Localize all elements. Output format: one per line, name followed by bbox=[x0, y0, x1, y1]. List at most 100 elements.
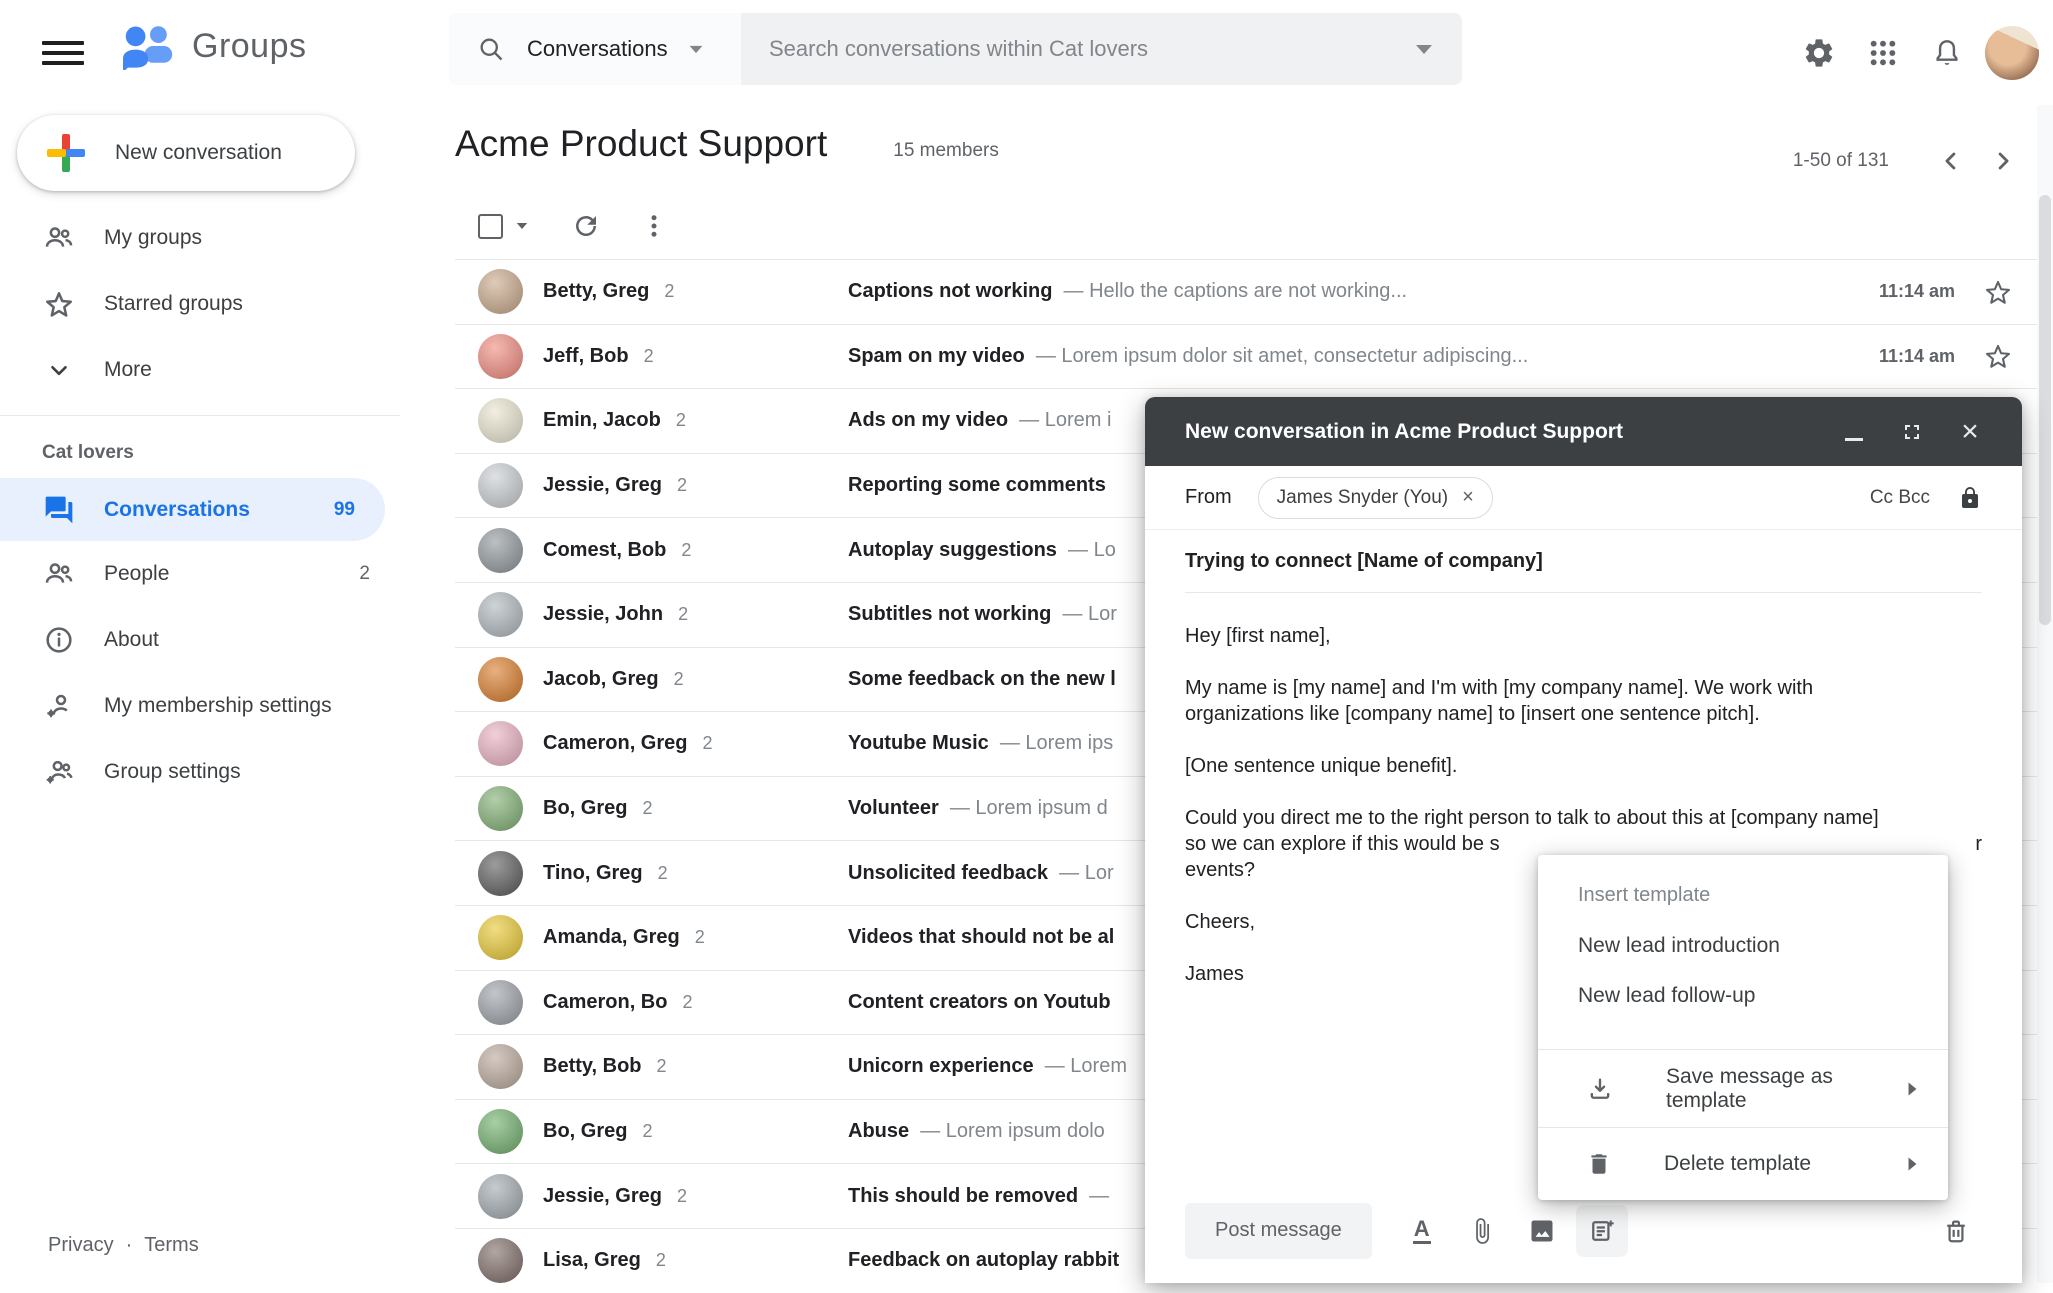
participant-names: Cameron, Greg bbox=[543, 732, 688, 755]
select-all-checkbox[interactable] bbox=[478, 213, 529, 239]
minimize-icon bbox=[1845, 438, 1863, 441]
search-bar: Conversations bbox=[449, 13, 1462, 85]
sidebar-item-group-settings[interactable]: Group settings bbox=[0, 739, 400, 805]
next-page-button[interactable] bbox=[1977, 135, 2029, 187]
row-participants: Emin, Jacob 2 bbox=[543, 409, 848, 432]
search-options-caret-icon[interactable] bbox=[1416, 44, 1432, 54]
discard-draft-button[interactable] bbox=[1930, 1205, 1982, 1257]
conversation-row[interactable]: Jeff, Bob 2 Spam on my video — Lorem ipsum… bbox=[455, 323, 2037, 389]
search-scope-dropdown[interactable]: Conversations bbox=[449, 13, 741, 85]
account-avatar[interactable] bbox=[1985, 25, 2039, 80]
text-format-button[interactable]: A bbox=[1396, 1205, 1448, 1257]
compose-dialog-title: New conversation in Acme Product Support bbox=[1185, 419, 1623, 443]
row-participants: Comest, Bob 2 bbox=[543, 539, 848, 562]
row-subject: Captions not working — Hello the caption… bbox=[848, 280, 1879, 303]
participant-names: Amanda, Greg bbox=[543, 926, 680, 949]
format-text-icon: A bbox=[1412, 1217, 1431, 1245]
template-item-new-lead-follow-up[interactable]: New lead follow-up bbox=[1538, 971, 1948, 1021]
download-icon bbox=[1586, 1075, 1614, 1103]
star-icon bbox=[42, 288, 76, 320]
participant-names: Jessie, Greg bbox=[543, 1184, 662, 1207]
sidebar-item-starred-groups[interactable]: Starred groups bbox=[0, 271, 400, 337]
row-participants: Bo, Greg 2 bbox=[543, 1120, 848, 1143]
close-icon: × bbox=[1961, 414, 1979, 448]
row-participants: Jeff, Bob 2 bbox=[543, 345, 848, 368]
message-count: 2 bbox=[642, 1121, 653, 1142]
sidebar-item-label: My groups bbox=[104, 226, 203, 249]
participant-avatar bbox=[478, 1109, 523, 1155]
row-participants: Jessie, Greg 2 bbox=[543, 474, 848, 497]
delete-template[interactable]: Delete template bbox=[1538, 1128, 1948, 1200]
sidebar-item-label: Starred groups bbox=[104, 292, 243, 315]
sidebar-item-label: Conversations bbox=[104, 497, 250, 521]
more-options-button[interactable] bbox=[627, 199, 681, 253]
preview-text: — Hello the captions are not working... bbox=[1052, 280, 1408, 303]
participant-avatar bbox=[478, 1044, 523, 1090]
search-input[interactable] bbox=[741, 36, 1396, 62]
members-count[interactable]: 15 members bbox=[893, 140, 999, 162]
timestamp: 11:14 am bbox=[1878, 281, 1955, 302]
row-participants: Jessie, Greg 2 bbox=[543, 1185, 848, 1208]
sidebar-item-my-groups[interactable]: My groups bbox=[0, 205, 400, 271]
participant-names: Lisa, Greg bbox=[543, 1249, 641, 1272]
terms-link[interactable]: Terms bbox=[144, 1234, 198, 1256]
conversation-row[interactable]: Betty, Greg 2 Captions not working — Hello… bbox=[455, 259, 2037, 324]
people-icon bbox=[42, 222, 76, 254]
refresh-button[interactable] bbox=[559, 199, 613, 253]
message-count: 2 bbox=[681, 539, 692, 560]
sidebar-item-people[interactable]: People 2 bbox=[0, 541, 400, 607]
trash-icon bbox=[1586, 1151, 1612, 1177]
participant-names: Jessie, John bbox=[543, 603, 664, 626]
fullscreen-button[interactable] bbox=[1890, 410, 1934, 454]
post-message-button[interactable]: Post message bbox=[1185, 1202, 1372, 1259]
subject-field[interactable]: Trying to connect [Name of company] bbox=[1185, 530, 1982, 593]
save-message-as-template[interactable]: Save message as template bbox=[1538, 1050, 1948, 1127]
participant-avatar bbox=[478, 915, 523, 961]
scrollbar-thumb[interactable] bbox=[2039, 195, 2051, 625]
preview-text: — Lorem bbox=[1033, 1055, 1127, 1078]
sidebar-item-membership-settings[interactable]: My membership settings bbox=[0, 673, 400, 739]
previous-page-button[interactable] bbox=[1925, 135, 1977, 187]
insert-image-button[interactable] bbox=[1516, 1205, 1568, 1257]
sidebar-divider bbox=[0, 415, 400, 416]
participant-avatar bbox=[478, 463, 523, 509]
compose-dialog-header[interactable]: New conversation in Acme Product Support… bbox=[1145, 397, 2022, 466]
sender-chip[interactable]: James Snyder (You) × bbox=[1257, 476, 1493, 519]
timestamp: 11:14 am bbox=[1878, 345, 1955, 366]
image-icon bbox=[1528, 1217, 1556, 1245]
body-paragraph: My name is [my name] and I'm with [my co… bbox=[1185, 675, 1982, 727]
row-participants: Cameron, Bo 2 bbox=[543, 991, 848, 1014]
main-menu-icon[interactable] bbox=[42, 36, 84, 70]
sidebar-item-more[interactable]: More bbox=[0, 337, 400, 403]
minimize-button[interactable] bbox=[1832, 410, 1876, 454]
sidebar-item-conversations[interactable]: Conversations 99 bbox=[0, 478, 385, 541]
apps-grid-button[interactable] bbox=[1851, 21, 1915, 85]
star-toggle-icon[interactable] bbox=[1983, 341, 2013, 371]
vertical-scrollbar[interactable] bbox=[2037, 105, 2053, 1283]
group-header: Acme Product Support 15 members 1-50 of … bbox=[455, 123, 2037, 193]
subject-text: Some feedback on the new l bbox=[848, 667, 1116, 690]
participant-names: Bo, Greg bbox=[543, 1120, 628, 1143]
template-item-new-lead-introduction[interactable]: New lead introduction bbox=[1538, 921, 1948, 971]
groups-brand[interactable]: Groups bbox=[118, 22, 307, 70]
sidebar-item-about[interactable]: About bbox=[0, 607, 400, 673]
notifications-button[interactable] bbox=[1915, 21, 1979, 85]
preview-text: — bbox=[1078, 1184, 1110, 1207]
settings-button[interactable] bbox=[1787, 21, 1851, 85]
cc-bcc-toggle[interactable]: Cc Bcc bbox=[1870, 487, 1930, 509]
star-toggle-icon[interactable] bbox=[1983, 277, 2013, 307]
top-actions bbox=[1787, 0, 2039, 105]
delete-template-label: Delete template bbox=[1664, 1152, 1812, 1175]
close-dialog-button[interactable]: × bbox=[1948, 410, 1992, 454]
attach-file-button[interactable] bbox=[1456, 1205, 1508, 1257]
sidebar-item-label: About bbox=[104, 628, 159, 651]
subject-text: Spam on my video bbox=[848, 344, 1025, 367]
participant-avatar bbox=[478, 592, 523, 638]
body-line: My name is [my name] and I'm with [my co… bbox=[1185, 677, 1814, 699]
insert-template-button[interactable] bbox=[1575, 1204, 1628, 1257]
legal-footer: Privacy · Terms bbox=[48, 1234, 199, 1257]
message-count: 2 bbox=[664, 281, 675, 302]
remove-sender-icon[interactable]: × bbox=[1462, 486, 1474, 509]
new-conversation-button[interactable]: New conversation bbox=[17, 115, 355, 191]
privacy-link[interactable]: Privacy bbox=[48, 1234, 114, 1256]
